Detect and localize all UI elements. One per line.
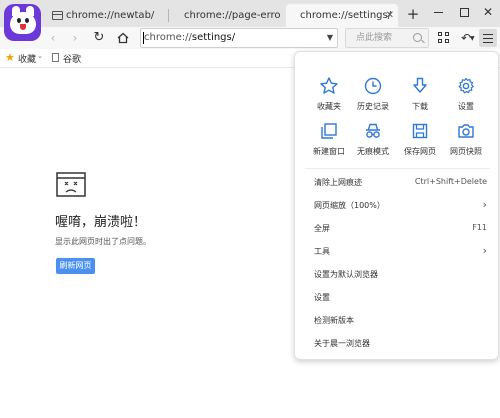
back-button[interactable]: ‹ [44,29,62,47]
star-icon: ★ [5,51,15,64]
tab-newtab[interactable]: chrome://newtab/ [50,4,166,27]
menu-item-label: 检测新版本 [314,316,354,325]
toolbar: ‹ › ↻ chrome://settings/ ▼ 点此搜索 ↶ [0,27,500,49]
browser-logo-icon[interactable] [4,4,41,41]
address-path: settings/ [191,32,236,43]
tab-strip: chrome://newtab/ chrome://page-error chr… [0,0,500,27]
tab-settings[interactable]: chrome://settings/ ✕ [286,4,398,27]
menu-grid-label: 设置 [458,102,474,111]
crash-title: 喔唷，崩溃啦！ [55,215,147,230]
menu-downloads[interactable]: 下载 [398,74,442,118]
chevron-down-icon[interactable]: ▼ [470,35,475,42]
chevron-down-icon[interactable]: ⌄ [37,52,43,60]
menu-item-set-default[interactable]: 设置为默认浏览器 [295,264,498,286]
menu-item-about[interactable]: 关于晨一浏览器 [295,333,498,355]
search-placeholder: 点此搜索 [356,33,393,43]
menu-item-clear-browsing[interactable]: 清除上网痕迹 Ctrl+Shift+Delete [295,172,498,194]
chevron-down-icon[interactable]: ▼ [327,29,333,47]
tab-label: chrome://settings/ [300,10,392,21]
menu-item-label: 网页缩放（100%） [314,201,385,210]
tab-label: chrome://newtab/ [66,10,155,21]
menu-item-shortcut: F11 [472,223,487,232]
page-icon [52,53,59,62]
home-icon [117,32,129,44]
close-window-button[interactable]: ✕ [479,3,497,21]
new-tab-button[interactable]: + [405,5,421,23]
menu-item-tools[interactable]: 工具 › [295,241,498,263]
address-scheme: chrome:// [144,32,192,43]
menu-item-label: 全屏 [314,224,330,233]
menu-history[interactable]: 历史记录 [351,74,395,118]
maximize-button[interactable] [455,3,473,21]
reload-page-button[interactable]: 刷新网页 [56,258,95,274]
chevron-right-icon: › [482,244,487,257]
crash-description: 显示此网页时出了点问题。 [55,237,151,246]
menu-item-label: 工具 [314,247,330,256]
menu-item-fullscreen[interactable]: 全屏 F11 [295,218,498,240]
logo-face [9,5,36,34]
menu-item-shortcut: Ctrl+Shift+Delete [414,177,487,186]
menu-item-label: 设置为默认浏览器 [314,270,378,279]
bookmark-google[interactable]: 谷歌 [63,52,81,65]
menu-item-settings[interactable]: 设置 [295,287,498,309]
address-bar[interactable]: chrome://settings/ ▼ [140,28,338,48]
new-window-icon [321,123,337,139]
menu-item-check-update[interactable]: 检测新版本 [295,310,498,332]
save-icon [412,123,428,139]
gear-icon [458,77,474,94]
minimize-button[interactable] [430,3,448,21]
main-menu-button[interactable] [479,29,497,47]
reload-button[interactable]: ↻ [90,29,108,47]
search-icon[interactable] [413,33,422,42]
forward-button[interactable]: › [66,29,84,47]
camera-icon [458,124,474,138]
search-input[interactable]: 点此搜索 [345,28,429,48]
menu-incognito[interactable]: 无痕模式 [351,119,395,163]
main-menu: 收藏夹 历史记录 下载 设置 新建窗口 无痕模式 保存网页 网页快照 清除上网痕… [294,51,499,360]
tab-label: chrome://page-error [184,10,280,21]
menu-item-label: 清除上网痕迹 [314,178,362,187]
download-icon [413,77,427,93]
menu-save-page[interactable]: 保存网页 [398,119,442,163]
address-text[interactable]: chrome://settings/ [144,29,235,47]
menu-snapshot[interactable]: 网页快照 [444,119,488,163]
clock-icon [364,77,382,95]
menu-grid-label: 网页快照 [450,147,482,156]
menu-item-label: 设置 [314,293,330,302]
menu-item-zoom[interactable]: 网页缩放（100%） › [295,195,498,217]
menu-item-label: 关于晨一浏览器 [314,339,370,348]
menu-divider [305,168,490,169]
chevron-right-icon: › [482,198,487,211]
apps-grid-button[interactable] [435,29,453,47]
tab-page-error[interactable]: chrome://page-error [170,4,280,27]
tab-divider [168,9,169,22]
menu-settings[interactable]: 设置 [444,74,488,118]
star-outline-icon [320,77,338,94]
close-tab-icon[interactable]: ✕ [386,4,394,27]
page-icon [52,11,63,20]
home-button[interactable] [114,29,132,47]
bookmark-favorites[interactable]: 收藏 [18,52,36,65]
sad-page-icon [56,172,86,197]
incognito-icon [366,123,380,138]
